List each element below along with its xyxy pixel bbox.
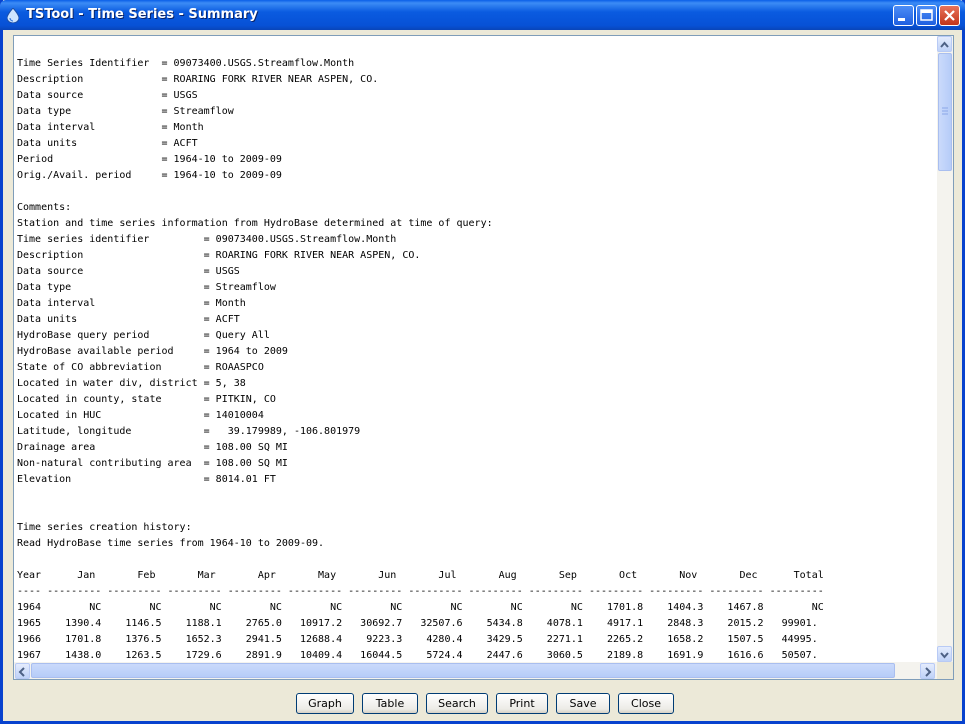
chevron-left-icon bbox=[18, 667, 25, 677]
print-button[interactable]: Print bbox=[496, 693, 548, 714]
summary-text-area[interactable]: Time Series Identifier = 09073400.USGS.S… bbox=[13, 35, 954, 680]
title-bar[interactable]: TSTool - Time Series - Summary bbox=[0, 0, 965, 30]
chevron-up-icon bbox=[940, 41, 949, 48]
table-button[interactable]: Table bbox=[362, 693, 418, 714]
chevron-down-icon bbox=[940, 652, 949, 659]
horizontal-scrollbar[interactable] bbox=[14, 662, 937, 679]
summary-header-lines: Time Series Identifier = 09073400.USGS.S… bbox=[17, 58, 493, 549]
close-icon bbox=[944, 10, 955, 21]
chevron-right-icon bbox=[925, 667, 932, 677]
maximize-icon bbox=[920, 9, 933, 21]
maximize-button[interactable] bbox=[916, 5, 937, 26]
close-window-button[interactable] bbox=[939, 5, 960, 26]
search-button[interactable]: Search bbox=[426, 693, 488, 714]
close-button[interactable]: Close bbox=[618, 693, 674, 714]
window-title: TSTool - Time Series - Summary bbox=[26, 7, 258, 22]
minimize-button[interactable] bbox=[893, 5, 914, 26]
vertical-scroll-thumb[interactable] bbox=[938, 53, 952, 171]
scrollbar-corner bbox=[937, 662, 953, 679]
water-drop-icon bbox=[7, 8, 19, 23]
minimize-icon bbox=[898, 18, 905, 21]
horizontal-scroll-thumb[interactable] bbox=[31, 663, 895, 678]
save-button[interactable]: Save bbox=[556, 693, 610, 714]
scroll-up-button[interactable] bbox=[937, 36, 952, 52]
scroll-down-button[interactable] bbox=[937, 646, 952, 662]
grip-icon bbox=[942, 107, 948, 115]
summary-header-text: Time Series Identifier = 09073400.USGS.S… bbox=[17, 56, 824, 664]
summary-window: TSTool - Time Series - Summary Time Seri… bbox=[0, 0, 965, 724]
monthly-data-table: Year Jan Feb Mar Apr May Jun Jul Aug Sep… bbox=[17, 570, 824, 661]
vertical-scrollbar[interactable] bbox=[937, 36, 953, 662]
button-bar: Graph Table Search Print Save Close bbox=[3, 693, 965, 715]
scroll-left-button[interactable] bbox=[15, 663, 30, 679]
graph-button[interactable]: Graph bbox=[296, 693, 354, 714]
scroll-right-button[interactable] bbox=[920, 663, 935, 679]
